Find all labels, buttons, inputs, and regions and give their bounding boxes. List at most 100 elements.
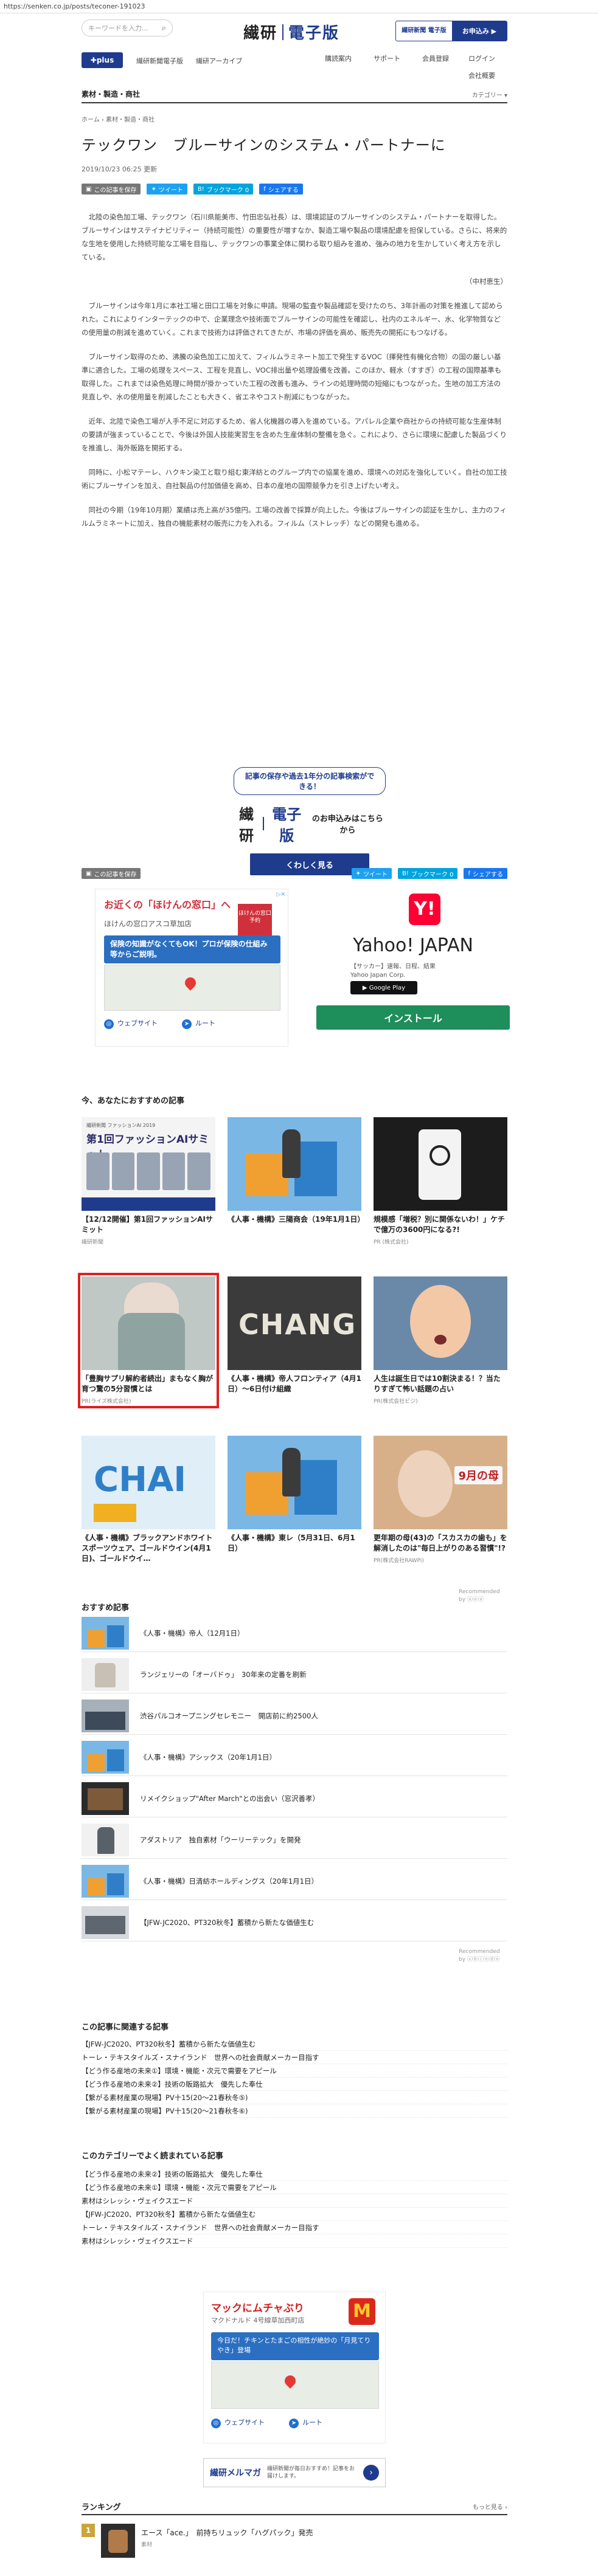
card-source: PR(株式会社RAWPi) — [374, 1558, 424, 1564]
nav-item-digital[interactable]: 繊研新聞電子版 — [136, 56, 183, 66]
facebook-share-button[interactable]: f シェアする — [259, 184, 303, 195]
ad-mc-map[interactable] — [211, 2361, 379, 2409]
facebook-share-button[interactable]: f シェアする — [464, 868, 507, 879]
nav-item-support[interactable]: サポート — [374, 53, 400, 63]
list-item-text[interactable]: 《人事・機構》日清紡ホールディングス（20年1月1日） — [140, 1876, 318, 1886]
recommend-card[interactable]: CHANG 《人事・機構》帝人フロンティア（4月1日）～6日付け組織 — [228, 1276, 361, 1394]
plus-button[interactable]: ✚plus — [82, 52, 123, 68]
related-link[interactable]: トーレ・テキスタイルズ・スナイランド 世界への社会貢献メーカー目指す — [82, 2051, 507, 2064]
recommend-card[interactable]: 《人事・機構》三陽商会（19年1月1日） — [228, 1117, 364, 1225]
recommend-card[interactable]: 「豊胸サプリ解約者続出」まもなく胸が育つ驚の5分習慣とは PR(ライズ株式会社) — [78, 1273, 219, 1408]
related-link[interactable]: 【どう作る産地の未来①】環境・機能・次元で需要をアピール — [82, 2064, 507, 2078]
recommend-card[interactable]: 9月の母 更年期の母(43)の「スカスカの歯も」を解消したのは"毎日上がりのある… — [374, 1436, 507, 1564]
category-label[interactable]: 素材・製造・商社 — [82, 90, 140, 98]
ad-insurance[interactable]: お近くの「ほけんの窓口」へ ほけんの窓口アスコ草加店 ほけんの窓口 予約 保険の… — [95, 889, 288, 1047]
popular-link[interactable]: 【どう作る産地の未来②】技術の販路拡大 優先した奉仕 — [82, 2168, 507, 2181]
subscribe-banner-button[interactable]: お申込み ▶ — [452, 21, 507, 41]
yahoo-app-meta: 【サッカー】速報、日程、結果 Yahoo Japan Corp. — [350, 963, 436, 980]
list-item[interactable]: ランジェリーの「オーバドゥ」 30年来の定番を刷新 — [82, 1656, 507, 1693]
list-item-text[interactable]: アダストリア 独自素材「ウーリーテック」を開発 — [140, 1835, 301, 1845]
card-title[interactable]: 《人事・機構》ブラックアンドホワイトスポーツウェア、ゴールドウイン(4月1日)、… — [82, 1533, 215, 1564]
nav-item-archive[interactable]: 繊研アーカイブ — [196, 56, 242, 66]
recommend-card[interactable]: 人生は誕生日では10割決まる！？当たりすぎて怖い話題の占い PR(株式会社ビジ) — [374, 1276, 507, 1405]
recommend-card[interactable]: 《人事・機構》東レ（5月31日、6月1日） — [228, 1436, 361, 1554]
list-item[interactable]: 《人事・機構》アシックス（20年1月1日） — [82, 1738, 507, 1776]
list-thumbnail — [82, 1616, 129, 1650]
ad-insurance-map[interactable] — [104, 965, 280, 1011]
ranking-more-link[interactable]: もっと見る › — [473, 2502, 507, 2511]
newsletter-banner[interactable]: 繊研メルマガ 繊研新聞が毎日おすすめ！記事をお届けします。 › — [203, 2458, 386, 2487]
list-item[interactable]: 《人事・機構》日清紡ホールディングス（20年1月1日） — [82, 1862, 507, 1900]
related-link[interactable]: 【繋がる素材産業の現場】PV十15(20〜21春秋冬⑥) — [82, 2104, 507, 2118]
list-item-text[interactable]: 《人事・機構》アシックス（20年1月1日） — [140, 1752, 276, 1762]
popular-link[interactable]: 素材はシレッシ・ヴェイクスエード — [82, 2194, 507, 2208]
nav-item-register[interactable]: 会員登録 — [422, 53, 449, 63]
tweet-label: ツイート — [158, 187, 183, 194]
card-title[interactable]: 「豊胸サプリ解約者続出」まもなく胸が育つ驚の5分習慣とは — [82, 1374, 215, 1394]
breadcrumb[interactable]: ホーム › 素材・製造・商社 — [82, 114, 507, 123]
tweet-button[interactable]: ✦ ツイート — [147, 184, 187, 195]
rank-number-badge: 1 — [82, 2524, 95, 2537]
site-logo[interactable]: 繊研 電子版 — [243, 21, 339, 43]
ad-yahoo[interactable]: Y! Yahoo! JAPAN 【サッカー】速報、日程、結果 Yahoo Jap… — [316, 889, 510, 1047]
recommend-card[interactable]: 繊研新聞 ファッションAI 2019 第1回ファッションAIサミット 【12/1… — [82, 1117, 215, 1245]
nav-item-subscription[interactable]: 購読案内 — [325, 53, 352, 63]
tweet-button[interactable]: ✦ ツイート — [351, 868, 392, 879]
hatena-bookmark-button[interactable]: B! ブックマーク 0 — [398, 868, 458, 879]
url-bar[interactable]: https://senken.co.jp/posts/teconer-19102… — [0, 0, 598, 13]
list-item[interactable]: アダストリア 独自素材「ウーリーテック」を開発 — [82, 1821, 507, 1859]
save-article-button[interactable]: ▣ この記事を保存 — [82, 868, 141, 879]
subscribe-banner[interactable]: 繊研新聞 電子版 お申込み ▶ — [395, 21, 507, 41]
adchoices-icon[interactable]: ▷✕ — [277, 892, 285, 898]
ad-website-button[interactable]: ◎ ウェブサイト — [104, 1018, 158, 1029]
list-item-text[interactable]: 【JFW-JC2020、PT320秋冬】蓄積から新たな価値生む — [140, 1918, 314, 1927]
popular-link[interactable]: 【どう作る産地の未来①】環境・機能・次元で需要をアピール — [82, 2181, 507, 2194]
list-item-text[interactable]: 渋谷パルコオープニングセレモニー 開店前に約2500人 — [140, 1711, 318, 1721]
ad-route-button[interactable]: ➤ ルート — [182, 1018, 215, 1029]
popular-link[interactable]: 【JFW-JC2020、PT320秋冬】蓄積から新たな価値生む — [82, 2208, 507, 2221]
card-title[interactable]: 【12/12開催】第1回ファッションAIサミット — [82, 1214, 215, 1235]
search-icon[interactable]: ⌕ — [162, 24, 166, 33]
card-title[interactable]: 更年期の母(43)の「スカスカの歯も」を解消したのは"毎日上がりのある習慣"!? — [374, 1533, 507, 1554]
list-item[interactable]: 【JFW-JC2020、PT320秋冬】蓄積から新たな価値生む — [82, 1904, 507, 1941]
card-title[interactable]: 《人事・機構》帝人フロンティア（4月1日）～6日付け組織 — [228, 1374, 361, 1394]
map-pin-icon — [183, 975, 198, 991]
list-item-text[interactable]: 《人事・機構》帝人（12月1日） — [140, 1628, 244, 1638]
newsletter-desc: 繊研新聞が毎日おすすめ！記事をお届けします。 — [267, 2466, 355, 2479]
card-title[interactable]: 人生は誕生日では10割決まる！？当たりすぎて怖い話題の占い — [374, 1374, 507, 1394]
related-link[interactable]: 【どう作る産地の未来②】技術の販路拡大 優先した奉仕 — [82, 2078, 507, 2091]
list-item[interactable]: 渋谷パルコオープニングセレモニー 開店前に約2500人 — [82, 1697, 507, 1735]
nav-item-company[interactable]: 会社概要 — [468, 71, 495, 80]
install-button[interactable]: インストール — [316, 1005, 510, 1030]
yahoo-app-name: Yahoo! JAPAN — [353, 935, 473, 956]
related-link[interactable]: 【JFW-JC2020、PT320秋冬】蓄積から新たな価値生む — [82, 2037, 507, 2051]
list-item-text[interactable]: リメイクショップ"After March"との出会い（窓沢善孝） — [140, 1794, 319, 1803]
card-title[interactable]: 規模感「増税？別に関係ないわ！」ケチで億万の3600円になる?! — [374, 1214, 507, 1235]
recommend-powered-by[interactable]: Recommended by ⓤⓞⓤ — [459, 1589, 507, 1603]
ranking-item-title[interactable]: エース「ace.」 前持ちリュック「ハグパック」発売 — [141, 2527, 313, 2538]
popular-link[interactable]: 素材はシレッシ・ヴェイクスエード — [82, 2234, 507, 2248]
hatena-bookmark-button[interactable]: B! ブックマーク 0 — [193, 184, 254, 195]
card-title[interactable]: 《人事・機構》三陽商会（19年1月1日） — [228, 1214, 364, 1225]
category-dropdown[interactable]: カテゴリー ▾ — [472, 90, 507, 99]
recommend-card[interactable]: 規模感「増税？別に関係ないわ！」ケチで億万の3600円になる?! PR (株式会… — [374, 1117, 507, 1245]
recommend-card[interactable]: CHAI 《人事・機構》ブラックアンドホワイトスポーツウェア、ゴールドウイン(4… — [82, 1436, 215, 1564]
yahoo-meta-1: 【サッカー】速報、日程、結果 — [350, 963, 436, 970]
osusume-powered-by[interactable]: Recommended by ⓢⓗⓘⓝⓓⓞ — [459, 1949, 507, 1963]
ad-mcdonalds[interactable]: マックにムチャぶり マクドナルド 4号線草加西町店 M 今日だ！チキンとたまごの… — [203, 2292, 386, 2443]
ad-route-button[interactable]: ➤ ルート — [289, 2417, 322, 2428]
list-item-text[interactable]: ランジェリーの「オーバドゥ」 30年来の定番を刷新 — [140, 1670, 307, 1679]
google-play-badge[interactable]: ▶ Google Play — [350, 981, 417, 994]
osusume-title: おすすめ記事 — [82, 1603, 130, 1613]
nav-item-login[interactable]: ログイン — [468, 53, 495, 63]
related-link[interactable]: 【繋がる素材産業の現場】PV十15(20〜21春秋冬⑤) — [82, 2091, 507, 2104]
save-article-button[interactable]: ▣ この記事を保存 — [82, 184, 141, 195]
popular-link[interactable]: トーレ・テキスタイルズ・スナイランド 世界への社会貢献メーカー目指す — [82, 2221, 507, 2234]
search-input[interactable]: キーワードを入力... ⌕ — [82, 19, 173, 36]
list-item[interactable]: リメイクショップ"After March"との出会い（窓沢善孝） — [82, 1780, 507, 1817]
list-item[interactable]: 《人事・機構》帝人（12月1日） — [82, 1614, 507, 1652]
chevron-right-icon[interactable]: › — [363, 2465, 379, 2481]
ranking-item[interactable]: 1 エース「ace.」 前持ちリュック「ハグパック」発売 素材 — [82, 2524, 507, 2572]
ad-website-button[interactable]: ◎ ウェブサイト — [211, 2417, 265, 2428]
card-title[interactable]: 《人事・機構》東レ（5月31日、6月1日） — [228, 1533, 361, 1554]
